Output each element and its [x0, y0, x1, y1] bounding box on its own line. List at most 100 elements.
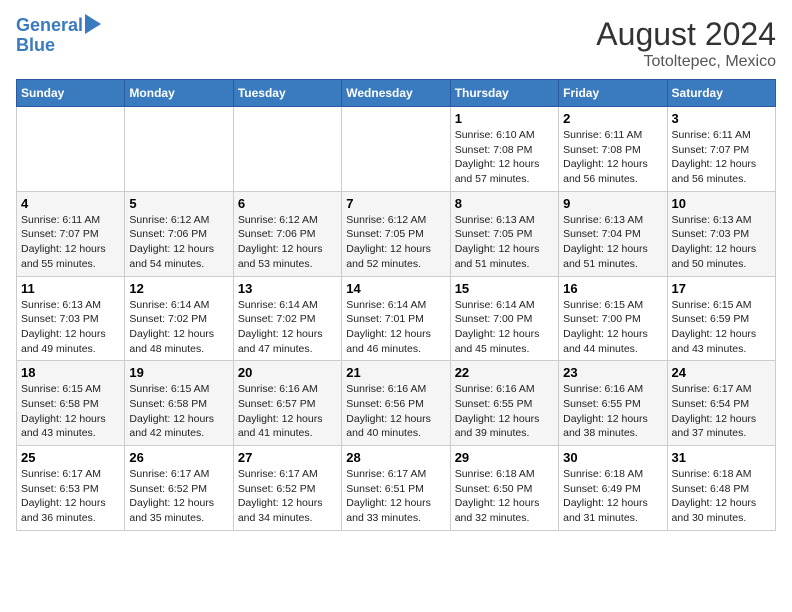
day-cell: 3Sunrise: 6:11 AM Sunset: 7:07 PM Daylig… [667, 107, 775, 192]
day-cell: 1 Sunrise: 6:10 AM Sunset: 7:08 PM Daylig… [450, 107, 558, 192]
day-info: Sunrise: 6:18 AM Sunset: 6:50 PM Dayligh… [455, 467, 554, 526]
day-number: 20 [238, 365, 337, 380]
week-row-3: 11Sunrise: 6:13 AM Sunset: 7:03 PM Dayli… [17, 276, 776, 361]
day-info: Sunrise: 6:12 AM Sunset: 7:05 PM Dayligh… [346, 213, 445, 272]
day-cell: 14 Sunrise: 6:14 AM Sunset: 7:01 PM Dayli… [342, 276, 450, 361]
day-number: 30 [563, 450, 662, 465]
day-cell: 5Sunrise: 6:12 AM Sunset: 7:06 PM Daylig… [125, 191, 233, 276]
day-number: 1 [455, 111, 554, 126]
day-cell: 23 Sunrise: 6:16 AM Sunset: 6:55 PM Dayli… [559, 361, 667, 446]
day-info: Sunrise: 6:17 AM Sunset: 6:52 PM Dayligh… [238, 467, 337, 526]
day-number: 16 [563, 281, 662, 296]
day-info: Sunrise: 6:17 AM Sunset: 6:53 PM Dayligh… [21, 467, 120, 526]
day-number: 10 [672, 196, 771, 211]
day-number: 17 [672, 281, 771, 296]
day-cell: 17Sunrise: 6:15 AM Sunset: 6:59 PM Dayli… [667, 276, 775, 361]
day-info: Sunrise: 6:16 AM Sunset: 6:56 PM Dayligh… [346, 382, 445, 441]
day-cell [125, 107, 233, 192]
day-cell: 13Sunrise: 6:14 AM Sunset: 7:02 PM Dayli… [233, 276, 341, 361]
day-cell: 29 Sunrise: 6:18 AM Sunset: 6:50 PM Dayli… [450, 446, 558, 531]
day-cell: 7 Sunrise: 6:12 AM Sunset: 7:05 PM Daylig… [342, 191, 450, 276]
day-cell [17, 107, 125, 192]
page-header: General Blue August 2024 Totoltepec, Mex… [16, 16, 776, 71]
day-number: 6 [238, 196, 337, 211]
day-info: Sunrise: 6:14 AM Sunset: 7:02 PM Dayligh… [238, 298, 337, 357]
day-cell: 24 Sunrise: 6:17 AM Sunset: 6:54 PM Dayli… [667, 361, 775, 446]
day-cell: 22Sunrise: 6:16 AM Sunset: 6:55 PM Dayli… [450, 361, 558, 446]
day-info: Sunrise: 6:18 AM Sunset: 6:49 PM Dayligh… [563, 467, 662, 526]
day-number: 5 [129, 196, 228, 211]
day-number: 7 [346, 196, 445, 211]
logo: General Blue [16, 16, 101, 56]
day-cell: 12 Sunrise: 6:14 AM Sunset: 7:02 PM Dayli… [125, 276, 233, 361]
day-number: 8 [455, 196, 554, 211]
day-number: 28 [346, 450, 445, 465]
day-cell [342, 107, 450, 192]
day-cell [233, 107, 341, 192]
calendar-table: SundayMondayTuesdayWednesdayThursdayFrid… [16, 79, 776, 531]
day-number: 24 [672, 365, 771, 380]
day-cell: 11Sunrise: 6:13 AM Sunset: 7:03 PM Dayli… [17, 276, 125, 361]
day-number: 15 [455, 281, 554, 296]
day-number: 2 [563, 111, 662, 126]
day-cell: 8 Sunrise: 6:13 AM Sunset: 7:05 PM Daylig… [450, 191, 558, 276]
day-number: 9 [563, 196, 662, 211]
day-number: 3 [672, 111, 771, 126]
day-cell: 15 Sunrise: 6:14 AM Sunset: 7:00 PM Dayli… [450, 276, 558, 361]
logo-blue: Blue [16, 36, 101, 56]
day-cell: 18Sunrise: 6:15 AM Sunset: 6:58 PM Dayli… [17, 361, 125, 446]
day-number: 26 [129, 450, 228, 465]
logo-general: General [16, 15, 83, 35]
day-info: Sunrise: 6:14 AM Sunset: 7:01 PM Dayligh… [346, 298, 445, 357]
day-number: 31 [672, 450, 771, 465]
day-info: Sunrise: 6:17 AM Sunset: 6:51 PM Dayligh… [346, 467, 445, 526]
day-number: 21 [346, 365, 445, 380]
week-row-4: 18Sunrise: 6:15 AM Sunset: 6:58 PM Dayli… [17, 361, 776, 446]
week-row-2: 4Sunrise: 6:11 AM Sunset: 7:07 PM Daylig… [17, 191, 776, 276]
week-row-1: 1 Sunrise: 6:10 AM Sunset: 7:08 PM Daylig… [17, 107, 776, 192]
location-title: Totoltepec, Mexico [596, 53, 776, 71]
day-number: 22 [455, 365, 554, 380]
day-info: Sunrise: 6:15 AM Sunset: 6:58 PM Dayligh… [21, 382, 120, 441]
day-cell: 21 Sunrise: 6:16 AM Sunset: 6:56 PM Dayli… [342, 361, 450, 446]
header-wednesday: Wednesday [342, 80, 450, 107]
logo-arrow-icon [85, 14, 101, 34]
day-cell: 27 Sunrise: 6:17 AM Sunset: 6:52 PM Dayli… [233, 446, 341, 531]
day-number: 25 [21, 450, 120, 465]
day-cell: 20Sunrise: 6:16 AM Sunset: 6:57 PM Dayli… [233, 361, 341, 446]
calendar-header-row: SundayMondayTuesdayWednesdayThursdayFrid… [17, 80, 776, 107]
day-info: Sunrise: 6:17 AM Sunset: 6:52 PM Dayligh… [129, 467, 228, 526]
day-cell: 19Sunrise: 6:15 AM Sunset: 6:58 PM Dayli… [125, 361, 233, 446]
day-cell: 26 Sunrise: 6:17 AM Sunset: 6:52 PM Dayli… [125, 446, 233, 531]
day-number: 4 [21, 196, 120, 211]
header-thursday: Thursday [450, 80, 558, 107]
day-number: 14 [346, 281, 445, 296]
day-cell: 2 Sunrise: 6:11 AM Sunset: 7:08 PM Daylig… [559, 107, 667, 192]
day-cell: 25 Sunrise: 6:17 AM Sunset: 6:53 PM Dayli… [17, 446, 125, 531]
day-info: Sunrise: 6:14 AM Sunset: 7:02 PM Dayligh… [129, 298, 228, 357]
day-cell: 30 Sunrise: 6:18 AM Sunset: 6:49 PM Dayli… [559, 446, 667, 531]
day-number: 29 [455, 450, 554, 465]
header-monday: Monday [125, 80, 233, 107]
day-number: 27 [238, 450, 337, 465]
logo-text: General [16, 16, 83, 36]
day-info: Sunrise: 6:15 AM Sunset: 7:00 PM Dayligh… [563, 298, 662, 357]
day-info: Sunrise: 6:18 AM Sunset: 6:48 PM Dayligh… [672, 467, 771, 526]
day-number: 23 [563, 365, 662, 380]
month-title: August 2024 [596, 16, 776, 53]
header-tuesday: Tuesday [233, 80, 341, 107]
day-cell: 28 Sunrise: 6:17 AM Sunset: 6:51 PM Dayli… [342, 446, 450, 531]
day-number: 12 [129, 281, 228, 296]
day-info: Sunrise: 6:17 AM Sunset: 6:54 PM Dayligh… [672, 382, 771, 441]
day-cell: 6 Sunrise: 6:12 AM Sunset: 7:06 PM Daylig… [233, 191, 341, 276]
day-info: Sunrise: 6:13 AM Sunset: 7:05 PM Dayligh… [455, 213, 554, 272]
day-info: Sunrise: 6:11 AM Sunset: 7:08 PM Dayligh… [563, 128, 662, 187]
day-number: 11 [21, 281, 120, 296]
day-info: Sunrise: 6:12 AM Sunset: 7:06 PM Dayligh… [238, 213, 337, 272]
day-cell: 31 Sunrise: 6:18 AM Sunset: 6:48 PM Dayli… [667, 446, 775, 531]
day-info: Sunrise: 6:13 AM Sunset: 7:04 PM Dayligh… [563, 213, 662, 272]
day-cell: 16 Sunrise: 6:15 AM Sunset: 7:00 PM Dayli… [559, 276, 667, 361]
day-info: Sunrise: 6:10 AM Sunset: 7:08 PM Dayligh… [455, 128, 554, 187]
day-info: Sunrise: 6:16 AM Sunset: 6:55 PM Dayligh… [563, 382, 662, 441]
day-info: Sunrise: 6:14 AM Sunset: 7:00 PM Dayligh… [455, 298, 554, 357]
